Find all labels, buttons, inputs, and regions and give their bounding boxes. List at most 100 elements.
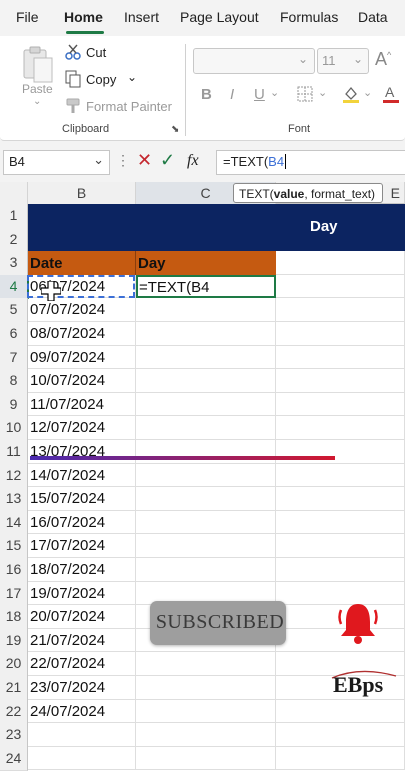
row-header[interactable]: 5 — [0, 298, 28, 323]
cell-e[interactable] — [276, 251, 405, 275]
cell-c[interactable] — [136, 558, 276, 582]
bell-icon[interactable] — [337, 600, 379, 646]
cell-c[interactable] — [136, 345, 276, 370]
cell-e[interactable] — [276, 322, 405, 346]
cell-e[interactable] — [276, 345, 405, 370]
font-name-combo[interactable]: ⌄ — [193, 48, 315, 74]
copy-button[interactable]: Copy — [86, 72, 116, 87]
cell-c[interactable] — [136, 534, 276, 558]
cell-c[interactable] — [136, 322, 276, 346]
cell-c[interactable] — [136, 463, 276, 488]
cell-e[interactable] — [276, 746, 405, 771]
date-cell[interactable]: 20/07/2024 — [28, 608, 105, 625]
menu-data[interactable]: Data — [358, 9, 388, 25]
italic-button[interactable]: I — [230, 86, 234, 103]
menu-file[interactable]: File — [16, 9, 39, 25]
menu-home[interactable]: Home — [64, 9, 103, 25]
row-header[interactable]: 15 — [0, 534, 28, 559]
cut-button[interactable]: Cut — [86, 45, 106, 60]
fill-color-dropdown-icon[interactable]: ⌄ — [363, 86, 372, 99]
font-color-icon[interactable]: A — [382, 84, 400, 104]
row-header[interactable]: 17 — [0, 581, 28, 607]
cell-e[interactable] — [276, 298, 405, 322]
cell-e[interactable] — [276, 487, 405, 511]
cell-c[interactable] — [136, 652, 276, 676]
date-cell[interactable]: 10/07/2024 — [28, 372, 105, 389]
date-cell[interactable]: 17/07/2024 — [28, 537, 105, 554]
formula-input[interactable]: =TEXT(B4 — [216, 150, 405, 175]
fx-icon[interactable]: fx — [187, 152, 199, 170]
name-box[interactable]: B4 ⌄ — [3, 150, 110, 175]
copy-dropdown-icon[interactable]: ⌄ — [127, 70, 137, 84]
clipboard-launcher-icon[interactable]: ⬊ — [171, 124, 179, 135]
cell-b[interactable] — [28, 746, 136, 771]
cell-c[interactable] — [136, 676, 276, 700]
row-header[interactable]: 4 — [0, 274, 29, 300]
borders-dropdown-icon[interactable]: ⌄ — [318, 86, 327, 99]
date-cell[interactable]: 15/07/2024 — [28, 490, 105, 507]
cell-e[interactable] — [276, 534, 405, 558]
cell-c[interactable] — [136, 298, 276, 322]
date-cell[interactable]: 09/07/2024 — [28, 349, 105, 366]
date-cell[interactable]: 14/07/2024 — [28, 467, 105, 484]
row-header[interactable]: 18 — [0, 605, 28, 630]
row-header[interactable]: 6 — [0, 322, 28, 347]
cell-e[interactable] — [276, 416, 405, 440]
cell-e[interactable] — [276, 463, 405, 488]
menu-page-layout[interactable]: Page Layout — [180, 9, 259, 25]
row-header[interactable]: 3 — [0, 251, 28, 276]
column-header-b[interactable]: B — [28, 182, 136, 205]
row-header[interactable]: 19 — [0, 628, 28, 654]
date-cell[interactable]: 16/07/2024 — [28, 514, 105, 531]
cell-c[interactable] — [136, 487, 276, 511]
row-header[interactable]: 14 — [0, 510, 28, 536]
row-header[interactable]: 23 — [0, 723, 28, 748]
font-size-combo[interactable]: 11 ⌄ — [317, 48, 369, 74]
cell-b[interactable] — [28, 723, 136, 747]
paste-button[interactable] — [20, 44, 56, 86]
row-header[interactable]: 10 — [0, 416, 28, 441]
select-all-corner[interactable] — [0, 182, 28, 205]
cell-e[interactable] — [276, 369, 405, 393]
cell-e[interactable] — [276, 558, 405, 582]
paste-dropdown-icon[interactable]: ⌄ — [33, 96, 41, 107]
date-cell[interactable]: 07/07/2024 — [28, 301, 105, 318]
cell-c[interactable] — [136, 510, 276, 535]
date-cell[interactable]: 22/07/2024 — [28, 655, 105, 672]
increase-font-icon[interactable]: A^ — [375, 49, 391, 70]
menu-formulas[interactable]: Formulas — [280, 9, 338, 25]
borders-icon[interactable] — [297, 86, 313, 102]
underline-button[interactable]: U — [254, 86, 265, 103]
row-header[interactable]: 24 — [0, 746, 28, 771]
row-header[interactable]: 8 — [0, 369, 28, 394]
cancel-icon[interactable]: ✕ — [137, 150, 152, 171]
bold-button[interactable]: B — [201, 86, 212, 103]
row-header[interactable]: 21 — [0, 676, 28, 701]
cell-c[interactable] — [136, 369, 276, 393]
cell-e[interactable] — [276, 274, 405, 299]
format-painter-button[interactable]: Format Painter — [86, 99, 172, 114]
cell-c[interactable] — [136, 746, 276, 771]
active-cell-editor[interactable]: =TEXT(B4 — [136, 274, 276, 299]
row-header[interactable]: 16 — [0, 558, 28, 583]
underline-dropdown-icon[interactable]: ⌄ — [270, 86, 279, 99]
cell-e[interactable] — [276, 392, 405, 417]
row-header[interactable]: 20 — [0, 652, 28, 677]
row-header[interactable]: 11 — [0, 440, 28, 465]
date-cell[interactable]: 24/07/2024 — [28, 703, 105, 720]
row-header[interactable]: 22 — [0, 699, 28, 725]
date-cell[interactable]: 19/07/2024 — [28, 585, 105, 602]
row-header[interactable]: 13 — [0, 487, 28, 512]
cell-c[interactable] — [136, 416, 276, 440]
date-cell[interactable]: 08/07/2024 — [28, 325, 105, 342]
row-header[interactable]: 12 — [0, 463, 28, 489]
cell-c[interactable] — [136, 392, 276, 417]
fill-color-icon[interactable] — [342, 84, 360, 104]
row-header[interactable]: 1 — [0, 204, 28, 229]
cell-e[interactable] — [276, 723, 405, 747]
cell-c[interactable] — [136, 440, 276, 464]
row-header[interactable]: 9 — [0, 392, 28, 418]
row-header[interactable]: 2 — [0, 227, 28, 253]
row-header[interactable]: 7 — [0, 345, 28, 371]
date-cell[interactable]: 11/07/2024 — [28, 396, 104, 413]
